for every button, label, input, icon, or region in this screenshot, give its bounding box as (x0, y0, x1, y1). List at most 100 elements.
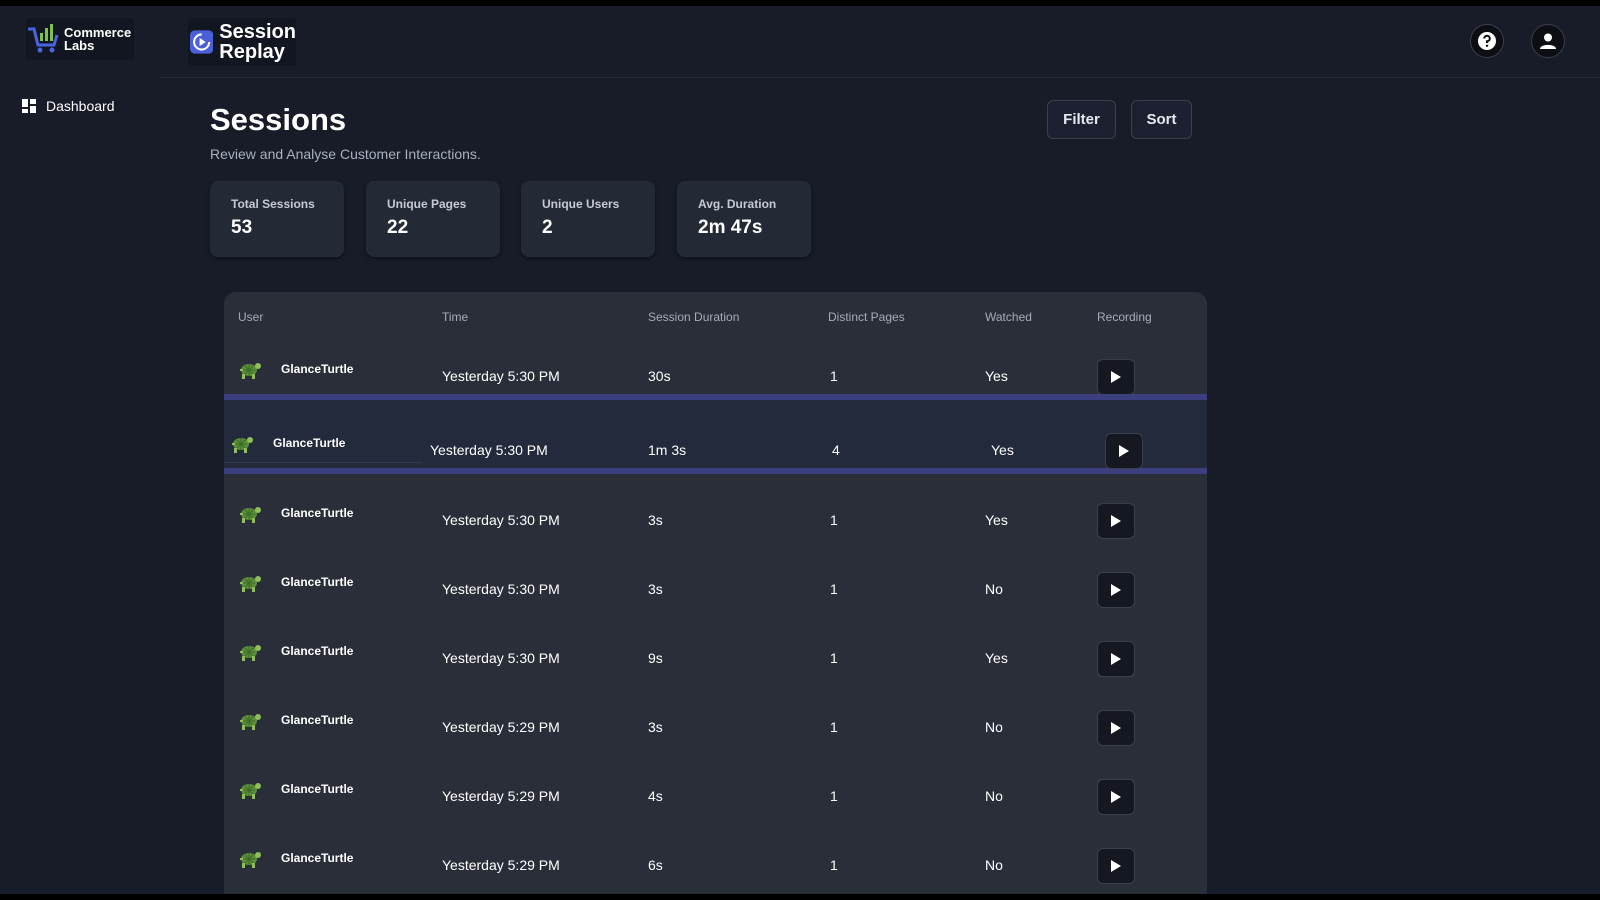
page-title: Sessions (210, 102, 347, 137)
row-time: Yesterday 5:30 PM (442, 650, 560, 666)
row-duration: 30s (648, 368, 671, 384)
row-watched: No (985, 857, 1003, 873)
play-icon (1111, 515, 1121, 527)
row-duration: 3s (648, 512, 663, 528)
row-watched: Yes (985, 650, 1008, 666)
row-user[interactable]: GlanceTurtle (281, 782, 353, 796)
play-icon (1119, 445, 1129, 457)
row-duration: 3s (648, 581, 663, 597)
table-row[interactable]: GlanceTurtle Yesterday 5:30 PM 1m 3s 4 Yes (224, 394, 1207, 474)
sidebar-item-label: Dashboard (46, 98, 115, 114)
table-row[interactable]: GlanceTurtle Yesterday 5:30 PM 30s 1 Yes (224, 332, 1207, 400)
row-pages: 1 (830, 650, 838, 666)
table-row[interactable]: GlanceTurtle Yesterday 5:30 PM 3s 1 Yes (224, 476, 1207, 544)
column-header-pages[interactable]: Distinct Pages (828, 310, 905, 324)
play-icon (1111, 653, 1121, 665)
help-button[interactable] (1470, 24, 1504, 58)
user-avatar-icon (1540, 33, 1556, 49)
row-duration: 4s (648, 788, 663, 804)
row-watched: No (985, 581, 1003, 597)
stat-value: 2m 47s (698, 217, 763, 238)
table-row[interactable]: GlanceTurtle Yesterday 5:30 PM 3s 1 No (224, 545, 1207, 613)
company-logo[interactable]: Commerce Labs (26, 18, 134, 60)
row-time: Yesterday 5:30 PM (442, 368, 560, 384)
replay-play-icon (190, 30, 214, 54)
row-time: Yesterday 5:29 PM (442, 857, 560, 873)
user-avatar-turtle-icon (238, 711, 262, 731)
row-divider (224, 462, 422, 463)
page-subtitle: Review and Analyse Customer Interactions… (210, 146, 481, 162)
play-recording-button[interactable] (1097, 710, 1135, 746)
play-recording-button[interactable] (1097, 641, 1135, 677)
row-watched: Yes (985, 368, 1008, 384)
column-header-watched[interactable]: Watched (985, 310, 1032, 324)
company-name-line2: Labs (64, 38, 95, 53)
filter-button[interactable]: Filter (1047, 100, 1116, 139)
play-icon (1111, 860, 1121, 872)
row-duration: 6s (648, 857, 663, 873)
user-avatar-turtle-icon (238, 780, 262, 800)
cart-chart-icon (28, 24, 59, 53)
product-logo[interactable]: Session Replay (188, 18, 296, 66)
row-time: Yesterday 5:29 PM (442, 788, 560, 804)
user-avatar-turtle-icon (230, 434, 254, 454)
user-avatar-turtle-icon (238, 360, 262, 380)
row-watched: Yes (991, 442, 1014, 458)
header-divider (160, 77, 1600, 78)
stat-label: Total Sessions (231, 197, 315, 211)
stat-avg-duration: Avg. Duration 2m 47s (677, 181, 811, 257)
play-icon (1111, 791, 1121, 803)
play-recording-button[interactable] (1097, 779, 1135, 815)
sort-button[interactable]: Sort (1131, 100, 1192, 139)
row-user[interactable]: GlanceTurtle (281, 506, 353, 520)
profile-button[interactable] (1531, 24, 1565, 58)
sidebar-item-dashboard[interactable]: Dashboard (22, 98, 115, 114)
user-avatar-turtle-icon (238, 642, 262, 662)
row-duration: 9s (648, 650, 663, 666)
stat-unique-users: Unique Users 2 (521, 181, 655, 257)
column-header-time[interactable]: Time (442, 310, 468, 324)
stat-value: 22 (387, 217, 409, 238)
row-time: Yesterday 5:30 PM (442, 512, 560, 528)
app-window: Commerce Labs Session Replay Dashboard S… (0, 6, 1600, 894)
user-avatar-turtle-icon (238, 849, 262, 869)
row-pages: 1 (830, 368, 838, 384)
row-user[interactable]: GlanceTurtle (281, 644, 353, 658)
row-user[interactable]: GlanceTurtle (281, 851, 353, 865)
play-icon (1111, 371, 1121, 383)
row-watched: No (985, 719, 1003, 735)
row-watched: Yes (985, 512, 1008, 528)
stat-label: Avg. Duration (698, 197, 777, 211)
user-avatar-turtle-icon (238, 504, 262, 524)
row-user[interactable]: GlanceTurtle (281, 713, 353, 727)
play-icon (1111, 584, 1121, 596)
dashboard-grid-icon (22, 99, 36, 113)
table-row[interactable]: GlanceTurtle Yesterday 5:29 PM 6s 1 No (224, 821, 1207, 889)
product-name-line1: Session (219, 21, 296, 43)
stat-value: 2 (542, 217, 553, 238)
play-recording-button[interactable] (1097, 848, 1135, 884)
row-pages: 4 (832, 442, 840, 458)
stat-total-sessions: Total Sessions 53 (210, 181, 344, 257)
table-row[interactable]: GlanceTurtle Yesterday 5:29 PM 3s 1 No (224, 683, 1207, 751)
row-pages: 1 (830, 788, 838, 804)
play-recording-button[interactable] (1105, 433, 1143, 469)
column-header-user[interactable]: User (238, 310, 263, 324)
row-user[interactable]: GlanceTurtle (273, 436, 345, 450)
column-header-duration[interactable]: Session Duration (648, 310, 739, 324)
table-row[interactable]: GlanceTurtle Yesterday 5:29 PM 4s 1 No (224, 752, 1207, 820)
stat-value: 53 (231, 217, 253, 238)
play-recording-button[interactable] (1097, 572, 1135, 608)
table-row[interactable]: GlanceTurtle Yesterday 5:30 PM 9s 1 Yes (224, 614, 1207, 682)
row-pages: 1 (830, 512, 838, 528)
row-user[interactable]: GlanceTurtle (281, 575, 353, 589)
row-time: Yesterday 5:29 PM (442, 719, 560, 735)
play-recording-button[interactable] (1097, 359, 1135, 395)
row-duration: 3s (648, 719, 663, 735)
column-header-recording[interactable]: Recording (1097, 310, 1152, 324)
row-user[interactable]: GlanceTurtle (281, 362, 353, 376)
user-avatar-turtle-icon (238, 573, 262, 593)
play-recording-button[interactable] (1097, 503, 1135, 539)
stat-unique-pages: Unique Pages 22 (366, 181, 500, 257)
row-watched: No (985, 788, 1003, 804)
